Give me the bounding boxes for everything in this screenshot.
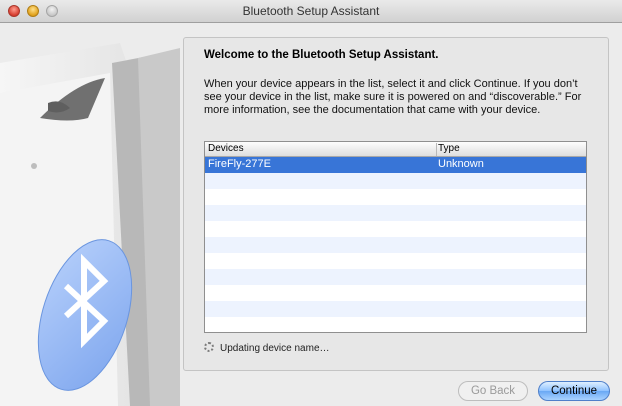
column-header-devices[interactable]: Devices — [208, 143, 437, 156]
spinner-icon — [204, 342, 214, 352]
window-title: Bluetooth Setup Assistant — [242, 4, 380, 18]
go-back-button[interactable]: Go Back — [458, 381, 528, 401]
status-text: Updating device name… — [220, 343, 330, 354]
column-header-type[interactable]: Type — [438, 143, 460, 154]
table-row-empty — [205, 285, 586, 301]
table-row-empty — [205, 237, 586, 253]
title-bar: Bluetooth Setup Assistant — [0, 0, 622, 23]
tuxedo-illustration — [0, 43, 180, 406]
table-row-empty — [205, 221, 586, 237]
table-row-empty — [205, 317, 586, 332]
device-type: Unknown — [438, 158, 484, 170]
table-row-empty — [205, 205, 586, 221]
devices-table[interactable]: Devices Type FireFly-277E Unknown — [204, 141, 587, 333]
table-header: Devices Type — [205, 142, 586, 157]
content-panel: Welcome to the Bluetooth Setup Assistant… — [183, 37, 609, 371]
table-body: FireFly-277E Unknown — [205, 157, 586, 332]
welcome-heading: Welcome to the Bluetooth Setup Assistant… — [204, 49, 439, 61]
device-name: FireFly-277E — [208, 158, 271, 170]
table-row[interactable]: FireFly-277E Unknown — [205, 157, 586, 173]
table-row-empty — [205, 269, 586, 285]
status-line: Updating device name… — [204, 342, 330, 354]
window: Bluetooth Setup Assistant Welcome to the… — [0, 0, 622, 406]
table-row-empty — [205, 173, 586, 189]
table-row-empty — [205, 189, 586, 205]
instructions-text: When your device appears in the list, se… — [204, 78, 582, 116]
table-row-empty — [205, 253, 586, 269]
continue-button[interactable]: Continue — [538, 381, 610, 401]
table-row-empty — [205, 301, 586, 317]
